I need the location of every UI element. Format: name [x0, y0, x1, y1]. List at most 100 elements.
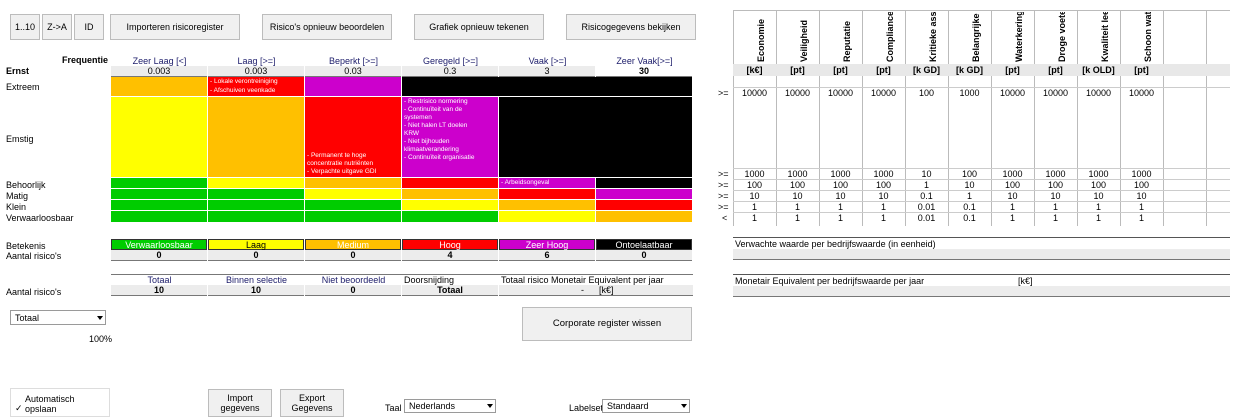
matrix-cell[interactable]	[305, 189, 402, 200]
matrix-cell[interactable]	[208, 97, 305, 178]
threshold-value[interactable]: 100	[1120, 180, 1163, 190]
matrix-cell-behoorlijk-vaak[interactable]: - Arbeidsongeval	[499, 178, 596, 189]
threshold-value[interactable]: 100	[819, 180, 862, 190]
matrix-cell[interactable]	[111, 178, 208, 189]
matrix-cell[interactable]	[208, 178, 305, 189]
matrix-cell[interactable]	[596, 189, 693, 200]
threshold-value[interactable]: 1	[776, 202, 819, 212]
threshold-value[interactable]: 100	[1077, 180, 1120, 190]
threshold-value[interactable]: 0.01	[905, 213, 948, 223]
threshold-value[interactable]: 1000	[776, 169, 819, 179]
matrix-cell[interactable]	[208, 200, 305, 211]
totals-value-intersection[interactable]: Totaal	[402, 285, 498, 296]
matrix-cell[interactable]	[596, 200, 693, 211]
matrix-cell[interactable]	[402, 77, 693, 97]
threshold-value[interactable]: 10	[948, 180, 991, 190]
threshold-value[interactable]: 10	[905, 169, 948, 179]
threshold-value[interactable]: 1	[819, 202, 862, 212]
import-data-button[interactable]: Import gegevens	[208, 389, 272, 417]
threshold-value[interactable]: 10000	[1120, 88, 1163, 98]
threshold-value[interactable]: 1	[1077, 202, 1120, 212]
threshold-value[interactable]: 1	[733, 213, 776, 223]
threshold-value[interactable]: 1000	[1120, 169, 1163, 179]
matrix-cell[interactable]	[208, 189, 305, 200]
threshold-value[interactable]: 10000	[776, 88, 819, 98]
threshold-value[interactable]: 0.1	[948, 202, 991, 212]
threshold-value[interactable]: 1	[1120, 202, 1163, 212]
matrix-cell[interactable]	[596, 211, 693, 223]
matrix-cell[interactable]	[499, 97, 693, 178]
threshold-value[interactable]: 1	[1034, 213, 1077, 223]
matrix-cell[interactable]	[402, 200, 499, 211]
threshold-value[interactable]: 100	[733, 180, 776, 190]
threshold-value[interactable]: 1	[905, 180, 948, 190]
redraw-chart-button[interactable]: Grafiek opnieuw tekenen	[414, 14, 544, 40]
sort-id-button[interactable]: ID	[74, 14, 104, 40]
threshold-value[interactable]: 100	[948, 169, 991, 179]
sort-za-button[interactable]: Z->A	[42, 14, 72, 40]
threshold-value[interactable]: 10	[1077, 191, 1120, 201]
threshold-value[interactable]: 0.1	[905, 191, 948, 201]
threshold-value[interactable]: 1	[1120, 213, 1163, 223]
matrix-cell-extreem-laag[interactable]: - Lokale verontreiniging - Afschuiven ve…	[208, 77, 305, 97]
matrix-cell[interactable]	[305, 178, 402, 189]
threshold-value[interactable]: 10000	[819, 88, 862, 98]
threshold-value[interactable]: 10	[776, 191, 819, 201]
threshold-value[interactable]: 1000	[948, 88, 991, 98]
matrix-cell[interactable]	[208, 211, 305, 223]
threshold-value[interactable]: 1	[862, 202, 905, 212]
threshold-value[interactable]: 0.01	[905, 202, 948, 212]
threshold-value[interactable]: 1	[862, 213, 905, 223]
threshold-value[interactable]: 1	[1077, 213, 1120, 223]
threshold-value[interactable]: 1000	[862, 169, 905, 179]
import-register-button[interactable]: Importeren risicoregister	[110, 14, 240, 40]
threshold-value[interactable]: 10	[1034, 191, 1077, 201]
threshold-value[interactable]: 10	[733, 191, 776, 201]
matrix-cell[interactable]	[596, 178, 693, 189]
threshold-value[interactable]: 10	[862, 191, 905, 201]
view-risk-data-button[interactable]: Risicogegevens bekijken	[566, 14, 696, 40]
threshold-value[interactable]: 1000	[991, 169, 1034, 179]
matrix-cell[interactable]	[111, 211, 208, 223]
reassess-button[interactable]: Risico's opnieuw beoordelen	[262, 14, 392, 40]
threshold-value[interactable]: 100	[1034, 180, 1077, 190]
matrix-cell[interactable]	[305, 77, 402, 97]
sort-numeric-button[interactable]: 1..10	[10, 14, 40, 40]
matrix-cell-emstig-geregeld[interactable]: - Restrisico normering - Continuïteit va…	[402, 97, 499, 178]
threshold-value[interactable]: 1	[1034, 202, 1077, 212]
threshold-value[interactable]: 100	[991, 180, 1034, 190]
matrix-cell[interactable]	[111, 200, 208, 211]
threshold-value[interactable]: 100	[776, 180, 819, 190]
matrix-cell[interactable]	[402, 211, 499, 223]
threshold-value[interactable]: 1	[733, 202, 776, 212]
threshold-value[interactable]: 1000	[1077, 169, 1120, 179]
matrix-cell[interactable]	[111, 77, 208, 97]
threshold-value[interactable]: 0.1	[948, 213, 991, 223]
threshold-value[interactable]: 1000	[819, 169, 862, 179]
matrix-cell[interactable]	[305, 200, 402, 211]
selection-dropdown[interactable]: Totaal	[10, 310, 106, 325]
matrix-cell[interactable]	[499, 211, 596, 223]
language-dropdown[interactable]: Nederlands	[404, 399, 496, 413]
matrix-cell[interactable]	[305, 211, 402, 223]
matrix-cell[interactable]	[402, 178, 499, 189]
threshold-value[interactable]: 1	[991, 202, 1034, 212]
threshold-value[interactable]: 10	[991, 191, 1034, 201]
threshold-value[interactable]: 100	[862, 180, 905, 190]
threshold-value[interactable]: 10000	[991, 88, 1034, 98]
autosave-checkbox[interactable]: ✓ Automatisch opslaan	[10, 388, 110, 417]
export-data-button[interactable]: Export Gegevens	[280, 389, 344, 417]
threshold-value[interactable]: 1000	[1034, 169, 1077, 179]
clear-corporate-register-button[interactable]: Corporate register wissen	[522, 307, 692, 341]
threshold-value[interactable]: 10000	[733, 88, 776, 98]
threshold-value[interactable]: 10000	[1034, 88, 1077, 98]
threshold-value[interactable]: 10000	[1077, 88, 1120, 98]
threshold-value[interactable]: 1	[819, 213, 862, 223]
threshold-value[interactable]: 10	[1120, 191, 1163, 201]
matrix-cell[interactable]	[402, 189, 499, 200]
threshold-value[interactable]: 1	[776, 213, 819, 223]
threshold-value[interactable]: 1	[948, 191, 991, 201]
matrix-cell[interactable]	[111, 97, 208, 178]
matrix-cell-emstig-beperkt[interactable]: - Permanent te hoge concentratie nutriën…	[305, 97, 402, 178]
threshold-value[interactable]: 10	[819, 191, 862, 201]
